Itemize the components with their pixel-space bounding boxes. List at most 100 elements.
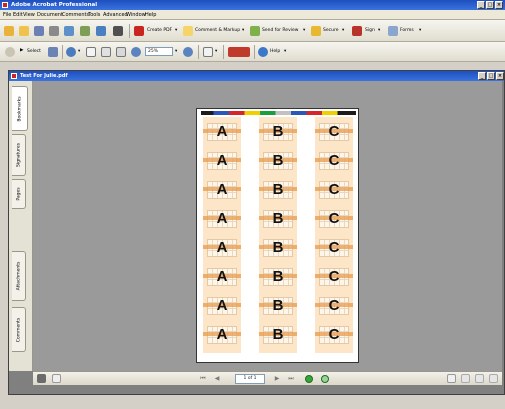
zoom-out-icon[interactable]: [131, 47, 141, 57]
help-icon[interactable]: [258, 47, 268, 57]
menu-view[interactable]: View: [23, 12, 35, 18]
doc-minimize-icon[interactable]: _: [478, 72, 486, 80]
forms-icon[interactable]: [388, 26, 398, 36]
adobe-logo-icon[interactable]: [228, 47, 250, 57]
minimize-icon[interactable]: _: [477, 1, 485, 9]
next-page-icon[interactable]: ▶: [273, 375, 281, 383]
zoom-in-icon[interactable]: [183, 47, 193, 57]
zoom-icon[interactable]: [66, 47, 76, 57]
menu-comments[interactable]: Comments: [62, 12, 89, 18]
forms-dropdown-icon[interactable]: ▾: [419, 28, 421, 33]
tab-comments[interactable]: Comments: [12, 307, 26, 352]
close-icon[interactable]: ×: [495, 1, 503, 9]
previous-page-icon[interactable]: ◀: [213, 375, 221, 383]
single-page-icon[interactable]: [52, 374, 61, 383]
secure-button[interactable]: Secure: [323, 28, 338, 33]
first-page-icon[interactable]: ⏮: [199, 375, 207, 383]
help-dropdown-icon[interactable]: ▾: [284, 49, 286, 54]
send-review-icon[interactable]: [250, 26, 260, 36]
comment-dropdown-icon[interactable]: ▾: [242, 28, 244, 33]
menu-document[interactable]: Document: [37, 12, 63, 18]
help-button[interactable]: Help: [270, 49, 280, 54]
comment-markup-button[interactable]: Comment & Markup: [195, 28, 240, 33]
menu-edit[interactable]: Edit: [13, 12, 23, 18]
continuous-facing-view-icon[interactable]: [489, 374, 498, 383]
maximize-icon[interactable]: □: [486, 1, 494, 9]
tab-attachments[interactable]: Attachments: [12, 251, 26, 301]
lock-icon[interactable]: [311, 26, 321, 36]
doc-close-icon[interactable]: ×: [496, 72, 504, 80]
zoom-level-dropdown-icon[interactable]: ▾: [175, 49, 177, 54]
tab-signatures[interactable]: Signatures: [12, 134, 26, 176]
select-tool-icon[interactable]: ▶: [20, 48, 23, 53]
menu-advanced[interactable]: Advanced: [103, 12, 128, 18]
menu-help[interactable]: Help: [145, 12, 156, 18]
single-page-view-icon[interactable]: [447, 374, 456, 383]
globe-icon[interactable]: [96, 26, 106, 36]
go-back-icon[interactable]: [305, 375, 313, 383]
page-number-field[interactable]: 1 of 1: [235, 374, 265, 384]
tile-letter: C: [328, 326, 340, 343]
tile-a: A: [203, 150, 241, 172]
tile-letter: A: [216, 181, 228, 198]
toolbar-divider: [129, 24, 130, 38]
zoom-level-field[interactable]: 25%: [145, 47, 173, 56]
tile-row: A B C: [203, 121, 353, 143]
tile-letter: B: [272, 297, 284, 314]
create-pdf-icon[interactable]: [134, 26, 144, 36]
comment-icon[interactable]: [183, 26, 193, 36]
select-button[interactable]: Select: [27, 49, 41, 54]
print-icon[interactable]: [49, 26, 59, 36]
sign-dropdown-icon[interactable]: ▾: [378, 28, 380, 33]
facing-view-icon[interactable]: [475, 374, 484, 383]
tile-row: A B C: [203, 150, 353, 172]
secure-dropdown-icon[interactable]: ▾: [342, 28, 344, 33]
tile-letter: A: [216, 152, 228, 169]
snapshot-icon[interactable]: [48, 47, 58, 57]
menu-window[interactable]: Window: [126, 12, 146, 18]
review-dropdown-icon[interactable]: ▾: [303, 28, 305, 33]
rotate-icon[interactable]: [203, 47, 213, 57]
tab-pages[interactable]: Pages: [12, 179, 26, 209]
create-pdf-button[interactable]: Create PDF: [147, 28, 172, 33]
tile-b: B: [259, 266, 297, 288]
app-title-bar: Adobe Acrobat Professional _ □ ×: [0, 0, 505, 10]
rotate-dropdown-icon[interactable]: ▾: [215, 49, 217, 54]
document-viewport[interactable]: A B C A B C A B C A B C A B C A B C A B C A B C: [33, 81, 502, 371]
navigation-pane-tabs: Bookmarks Signatures Pages Attachments C…: [9, 81, 33, 371]
tile-a: A: [203, 179, 241, 201]
hand-tool-icon[interactable]: [5, 47, 15, 57]
continuous-view-icon[interactable]: [461, 374, 470, 383]
actual-size-icon[interactable]: [86, 47, 96, 57]
tile-c: C: [315, 237, 353, 259]
menu-tools[interactable]: Tools: [88, 12, 100, 18]
search-icon[interactable]: [113, 26, 123, 36]
tile-letter: B: [272, 268, 284, 285]
sign-button[interactable]: Sign: [365, 28, 375, 33]
email-icon[interactable]: [64, 26, 74, 36]
page-layout-icon[interactable]: [37, 374, 46, 383]
save-icon[interactable]: [34, 26, 44, 36]
tile-letter: A: [216, 123, 228, 140]
tile-b: B: [259, 208, 297, 230]
document-window: Test For Julie.pdf _ □ × Bookmarks Signa…: [8, 70, 505, 395]
pdf-document-icon: [11, 73, 17, 79]
zoom-dropdown-icon[interactable]: ▾: [78, 49, 80, 54]
fit-width-icon[interactable]: [116, 47, 126, 57]
tile-b: B: [259, 237, 297, 259]
send-for-review-button[interactable]: Send for Review: [262, 28, 298, 33]
last-page-icon[interactable]: ⏭: [287, 375, 295, 383]
edit-icon[interactable]: [80, 26, 90, 36]
menu-file[interactable]: File: [3, 12, 11, 18]
color-calibration-bar: [201, 111, 356, 115]
create-icon[interactable]: [4, 26, 14, 36]
toolbar-divider: [254, 45, 255, 59]
tab-bookmarks[interactable]: Bookmarks: [12, 86, 28, 131]
pen-icon[interactable]: [352, 26, 362, 36]
forms-button[interactable]: Forms: [400, 28, 414, 33]
fit-page-icon[interactable]: [101, 47, 111, 57]
create-pdf-dropdown-icon[interactable]: ▾: [175, 28, 177, 33]
doc-restore-icon[interactable]: □: [487, 72, 495, 80]
go-forward-icon[interactable]: [321, 375, 329, 383]
open-folder-icon[interactable]: [19, 26, 29, 36]
